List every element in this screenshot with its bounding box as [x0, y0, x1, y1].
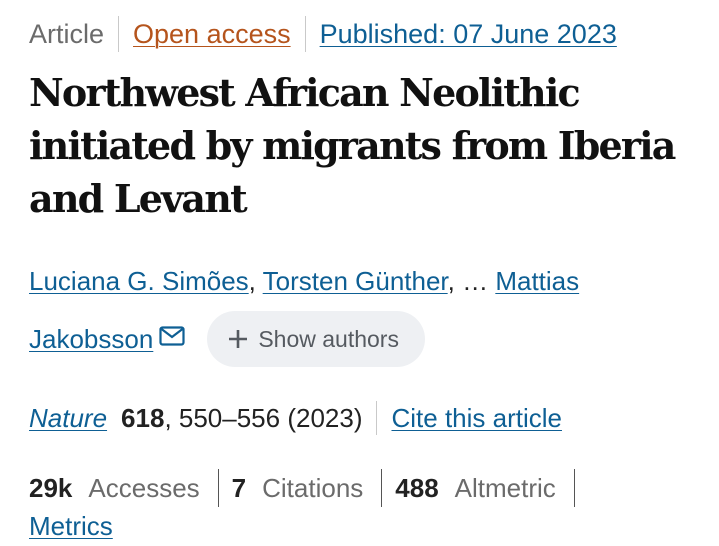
accesses-count: 29k: [29, 472, 73, 503]
metrics-divider: [381, 469, 383, 507]
open-access-link[interactable]: Open access: [133, 19, 291, 50]
envelope-icon[interactable]: [159, 322, 185, 346]
citation-divider: [376, 401, 378, 435]
author-link-simoes[interactable]: Luciana G. Simões: [29, 266, 249, 296]
plus-icon: [227, 328, 249, 350]
citation-row: Nature 618 , 550–556 (2023) Cite this ar…: [29, 398, 562, 438]
metrics-details-link[interactable]: Metrics: [29, 507, 113, 545]
author-link-jakobsson-last[interactable]: Jakobsson: [29, 324, 153, 355]
accesses-label: Accesses: [88, 472, 200, 503]
author-list-line2: Jakobsson Show authors: [29, 311, 425, 367]
metrics-row: 29k Accesses 7 Citations 488 Altmetric: [29, 468, 588, 508]
show-authors-label: Show authors: [258, 325, 399, 352]
journal-link[interactable]: Nature: [29, 403, 107, 434]
show-authors-button[interactable]: Show authors: [207, 311, 425, 367]
altmetric-count: 488: [395, 472, 439, 503]
article-title: Northwest African Neolithic initiated by…: [29, 70, 676, 221]
author-separator: ,: [248, 266, 263, 296]
author-list: Luciana G. Simões, Torsten Günther, … Ma…: [29, 262, 689, 300]
citations-label: Citations: [262, 472, 364, 503]
citations-count: 7: [231, 472, 247, 503]
author-link-jakobsson-first[interactable]: Mattias: [495, 266, 579, 296]
cite-this-article-link[interactable]: Cite this article: [391, 403, 562, 434]
author-link-gunther[interactable]: Torsten Günther: [263, 266, 448, 296]
metrics-divider: [217, 469, 219, 507]
journal-volume: 618: [121, 402, 165, 433]
journal-pages-year: , 550–556 (2023): [164, 402, 363, 433]
article-type: Article: [29, 18, 105, 49]
meta-divider: [304, 16, 306, 52]
author-ellipsis: , …: [447, 266, 496, 296]
article-meta-row: Article Open access Published: 07 June 2…: [29, 16, 617, 52]
altmetric-label: Altmetric: [454, 472, 556, 503]
metrics-divider: [573, 469, 575, 507]
published-date-link[interactable]: Published: 07 June 2023: [320, 19, 617, 50]
meta-divider: [118, 16, 120, 52]
